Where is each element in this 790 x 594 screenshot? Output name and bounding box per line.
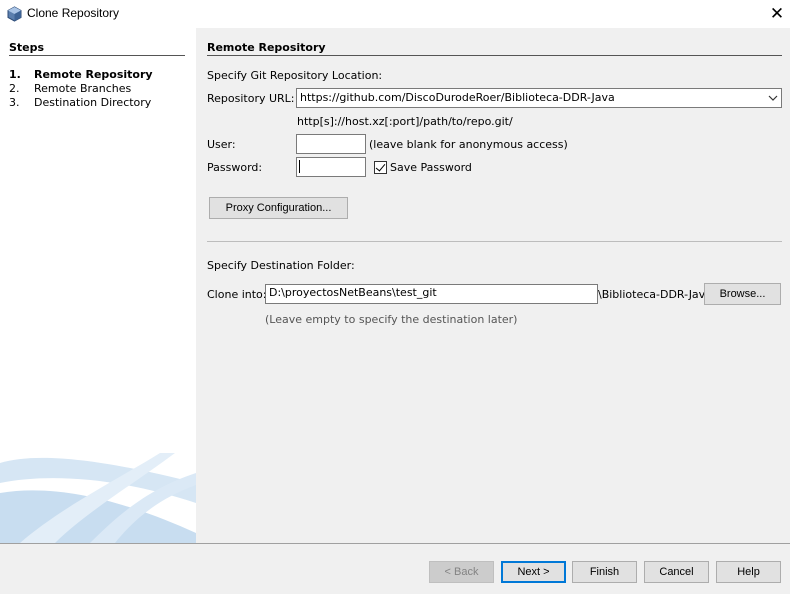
- wizard-content: Remote Repository Specify Git Repository…: [196, 28, 790, 543]
- clone-into-input[interactable]: D:\proyectosNetBeans\test_git: [265, 284, 598, 304]
- finish-button[interactable]: Finish: [572, 561, 637, 583]
- clone-into-suffix: \Biblioteca-DDR-Java: [598, 288, 712, 301]
- step-label: Remote Branches: [34, 82, 132, 95]
- destination-label: Specify Destination Folder:: [207, 259, 355, 272]
- step-number: 1.: [9, 68, 21, 81]
- chevron-down-icon[interactable]: [768, 91, 778, 105]
- cancel-button[interactable]: Cancel: [644, 561, 709, 583]
- page-title: Remote Repository: [207, 41, 326, 54]
- netbeans-cube-icon: [7, 6, 22, 22]
- step-label: Destination Directory: [34, 96, 152, 109]
- step-destination-directory: 3. Destination Directory: [9, 96, 151, 109]
- window-title: Clone Repository: [27, 6, 120, 20]
- repository-url-combobox[interactable]: https://github.com/DiscoDurodeRoer/Bibli…: [296, 88, 782, 108]
- save-password-label[interactable]: Save Password: [390, 161, 472, 174]
- repository-url-label: Repository URL:: [207, 92, 295, 105]
- location-label: Specify Git Repository Location:: [207, 69, 383, 82]
- text-caret: [299, 160, 300, 173]
- clone-into-label: Clone into:: [207, 288, 267, 301]
- help-button[interactable]: Help: [716, 561, 781, 583]
- title-bar: Clone Repository ✕: [0, 0, 790, 28]
- decorative-swoosh-graphic: [0, 453, 196, 543]
- section-divider: [207, 241, 782, 242]
- step-remote-branches: 2. Remote Branches: [9, 82, 131, 95]
- password-input[interactable]: [296, 157, 366, 177]
- steps-panel: Steps 1. Remote Repository 2. Remote Branc…: [0, 28, 196, 543]
- back-button[interactable]: < Back: [429, 561, 494, 583]
- browse-button[interactable]: Browse...: [704, 283, 781, 305]
- step-number: 3.: [9, 96, 20, 109]
- url-format-hint: http[s]://host.xz[:port]/path/to/repo.gi…: [297, 115, 513, 128]
- user-hint: (leave blank for anonymous access): [369, 138, 568, 151]
- repository-url-value: https://github.com/DiscoDurodeRoer/Bibli…: [300, 91, 615, 104]
- password-label: Password:: [207, 161, 263, 174]
- save-password-checkbox[interactable]: [374, 161, 387, 174]
- steps-header-divider: [9, 55, 185, 56]
- user-input[interactable]: [296, 134, 366, 154]
- step-number: 2.: [9, 82, 20, 95]
- page-title-divider: [207, 55, 782, 56]
- steps-header: Steps: [9, 41, 45, 54]
- proxy-configuration-button[interactable]: Proxy Configuration...: [209, 197, 348, 219]
- next-button[interactable]: Next >: [501, 561, 566, 583]
- step-remote-repository: 1. Remote Repository: [9, 68, 153, 81]
- destination-hint: (Leave empty to specify the destination …: [265, 313, 518, 326]
- close-icon[interactable]: ✕: [766, 4, 788, 24]
- step-label: Remote Repository: [34, 68, 153, 81]
- user-label: User:: [207, 138, 236, 151]
- footer-divider: [0, 543, 790, 544]
